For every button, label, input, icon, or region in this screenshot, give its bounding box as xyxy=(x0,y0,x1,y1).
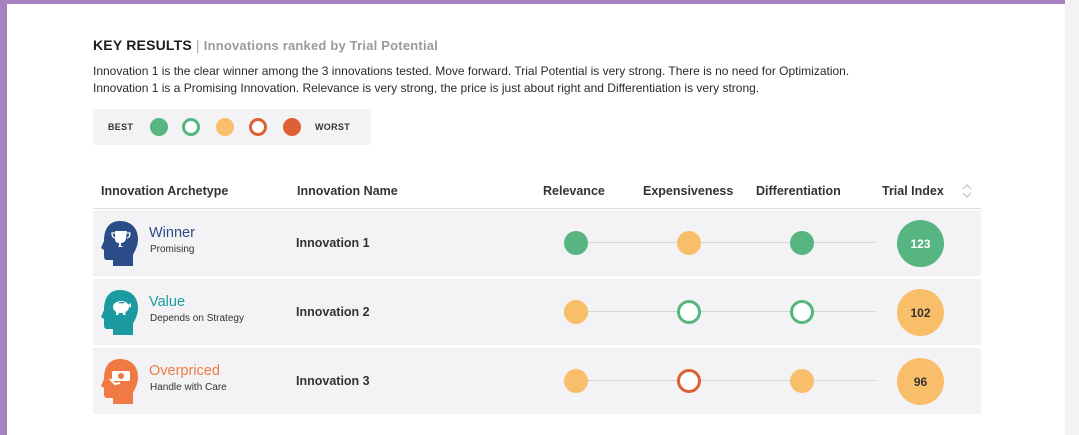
piggy-bank-head-icon xyxy=(101,290,138,335)
differentiation-rating-dot xyxy=(790,300,814,324)
legend-worst-label: WORST xyxy=(315,122,350,132)
table-row[interactable]: Winner Promising Innovation 1 123 xyxy=(93,210,981,276)
sort-icon[interactable] xyxy=(961,183,973,199)
innovation-name: Innovation 1 xyxy=(296,236,370,250)
differentiation-rating-dot xyxy=(790,231,814,255)
relevance-rating-dot xyxy=(564,300,588,324)
summary-line-2: Innovation 1 is a Promising Innovation. … xyxy=(93,81,760,95)
rating-legend: BEST WORST xyxy=(93,109,371,145)
legend-outline-red-dot xyxy=(249,118,267,136)
expensiveness-rating-dot xyxy=(677,231,701,255)
money-head-icon xyxy=(101,359,138,404)
expensiveness-rating-dot xyxy=(677,300,701,324)
innovation-name: Innovation 3 xyxy=(296,374,370,388)
rating-connector-line xyxy=(576,380,876,381)
archetype-subtitle: Promising xyxy=(150,244,195,255)
legend-filled-green-dot xyxy=(150,118,168,136)
rating-connector-line xyxy=(576,242,876,243)
results-summary: Innovation 1 is the clear winner among t… xyxy=(93,63,993,97)
header-divider xyxy=(93,208,981,209)
trial-index-badge: 123 xyxy=(897,220,944,267)
expensiveness-rating-dot xyxy=(677,369,701,393)
frame-left-border xyxy=(0,0,7,435)
summary-line-1: Innovation 1 is the clear winner among t… xyxy=(93,64,850,78)
table-row[interactable]: Overpriced Handle with Care Innovation 3… xyxy=(93,348,981,414)
trial-index-badge: 96 xyxy=(897,358,944,405)
relevance-rating-dot xyxy=(564,231,588,255)
legend-filled-red-dot xyxy=(283,118,301,136)
frame-top-border xyxy=(0,0,1079,4)
trial-index-badge: 102 xyxy=(897,289,944,336)
title-separator: | xyxy=(195,37,200,53)
innovation-name: Innovation 2 xyxy=(296,305,370,319)
archetype-subtitle: Handle with Care xyxy=(150,382,227,393)
title-main: KEY RESULTS xyxy=(93,37,192,53)
archetype-subtitle: Depends on Strategy xyxy=(150,313,244,324)
differentiation-rating-dot xyxy=(790,369,814,393)
col-header-trial-index[interactable]: Trial Index xyxy=(882,184,944,198)
col-header-archetype: Innovation Archetype xyxy=(101,184,229,198)
legend-best-label: BEST xyxy=(108,122,134,132)
relevance-rating-dot xyxy=(564,369,588,393)
legend-outline-green-dot xyxy=(182,118,200,136)
page-title: KEY RESULTS | Innovations ranked by Trial … xyxy=(93,37,438,53)
legend-filled-orange-dot xyxy=(216,118,234,136)
archetype-title: Overpriced xyxy=(149,363,220,379)
col-header-relevance: Relevance xyxy=(543,184,605,198)
title-subtitle: Innovations ranked by Trial Potential xyxy=(203,38,438,53)
archetype-title: Winner xyxy=(149,225,195,241)
archetype-title: Value xyxy=(149,294,186,310)
col-header-expensiveness: Expensiveness xyxy=(643,184,734,198)
frame-right-border xyxy=(1065,0,1079,435)
trophy-head-icon xyxy=(101,221,138,266)
rating-connector-line xyxy=(576,311,876,312)
table-row[interactable]: Value Depends on Strategy Innovation 2 1… xyxy=(93,279,981,345)
col-header-differentiation: Differentiation xyxy=(756,184,841,198)
col-header-name: Innovation Name xyxy=(297,184,398,198)
